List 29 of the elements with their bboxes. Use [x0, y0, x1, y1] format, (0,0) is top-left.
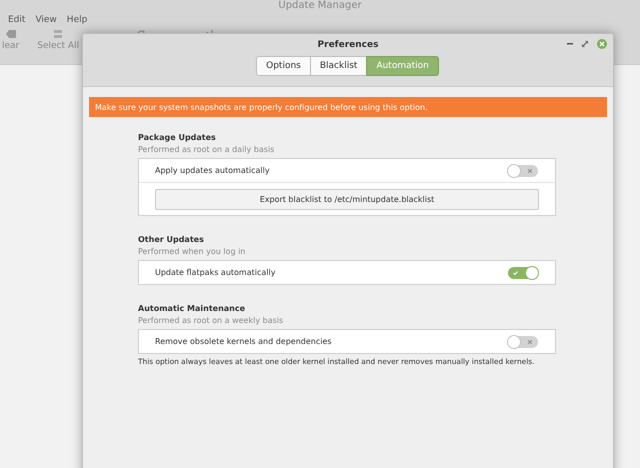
toggle-switch[interactable]: [508, 164, 538, 176]
section-subtitle: Performed when you log in: [138, 247, 246, 256]
menu-item[interactable]: Help: [66, 15, 88, 25]
warning-banner: Make sure your system snapshots are properly configured before using this option.: [89, 97, 607, 117]
backspace-icon: [6, 30, 16, 38]
check-icon: [513, 270, 518, 274]
menu-item[interactable]: View: [35, 15, 57, 25]
maximize-icon[interactable]: [582, 41, 588, 47]
minimize-icon[interactable]: [567, 43, 573, 45]
tab[interactable]: Blacklist: [310, 56, 368, 76]
window-title: Update Manager: [277, 0, 363, 11]
setting-label: Update flatpaks automatically: [155, 268, 276, 277]
toggle-switch[interactable]: [508, 266, 538, 278]
dialog-title: Preferences: [318, 40, 378, 50]
tab[interactable]: Options: [256, 56, 311, 76]
toggle-switch[interactable]: [508, 336, 538, 348]
section-title: Package Updates: [138, 133, 217, 142]
setting-label: Apply updates automatically: [155, 166, 270, 175]
section-subtitle: Performed as root on a daily basis: [138, 145, 276, 154]
section-subtitle: Performed as root on a weekly basis: [138, 316, 284, 325]
section-title: Automatic Maintenance: [138, 304, 246, 313]
cross-icon: [528, 168, 532, 172]
section-title: Other Updates: [138, 235, 205, 244]
close-icon[interactable]: [597, 39, 607, 49]
menu-item[interactable]: Edit: [8, 15, 26, 25]
cross-icon: [528, 340, 532, 344]
export-button[interactable]: Export blacklist to /etc/mintupdate.blacklist: [155, 189, 539, 210]
grid-icon: [54, 30, 62, 38]
setting-label: Remove obsolete kernels and dependencies: [155, 337, 332, 346]
